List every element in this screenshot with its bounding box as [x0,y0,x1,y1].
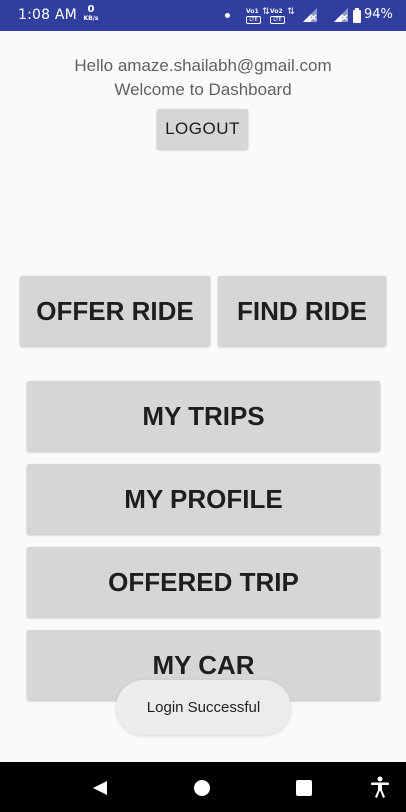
toast-message: Login Successful [116,680,291,735]
logout-button[interactable]: LOGOUT [157,109,248,149]
sim2-label: Vo2 [270,8,283,15]
welcome-text: Welcome to Dashboard [114,80,292,99]
accessibility-icon[interactable] [370,776,390,798]
home-icon[interactable] [194,780,210,796]
network-speed: 0 KB/s [81,5,101,23]
my-trips-button[interactable]: MY TRIPS [27,381,380,451]
notification-dot-icon [225,13,230,18]
greeting-text: Hello amaze.shailabh@gmail.com [74,56,332,75]
volte-sim1-icon: Vo1 LTE [246,8,261,24]
offered-trip-button[interactable]: OFFERED TRIP [27,547,380,617]
volte-sim2-icon: Vo2 LTE [270,8,285,24]
sim1-label: Vo1 [246,8,259,15]
offer-ride-button[interactable]: OFFER RIDE [20,276,210,346]
find-ride-button[interactable]: FIND RIDE [218,276,386,346]
battery-icon [353,8,361,23]
status-bar: 1:08 AM 0 KB/s Vo1 LTE ⇅ Vo2 LTE ⇅ 94% [0,0,406,31]
signal-sim2-icon [334,8,348,22]
battery-percent: 94% [364,7,393,22]
data-arrows-icon: ⇅ [287,7,295,17]
back-icon[interactable] [92,780,108,796]
my-profile-button[interactable]: MY PROFILE [27,464,380,534]
network-speed-unit: KB/s [83,15,99,22]
data-arrows-icon: ⇅ [262,7,270,17]
sim1-lte-label: LTE [246,16,261,24]
recent-apps-icon[interactable] [296,780,312,796]
status-time: 1:08 AM [18,7,77,23]
network-speed-value: 0 [87,4,95,15]
sim2-lte-label: LTE [270,16,285,24]
signal-sim1-icon [303,8,317,22]
